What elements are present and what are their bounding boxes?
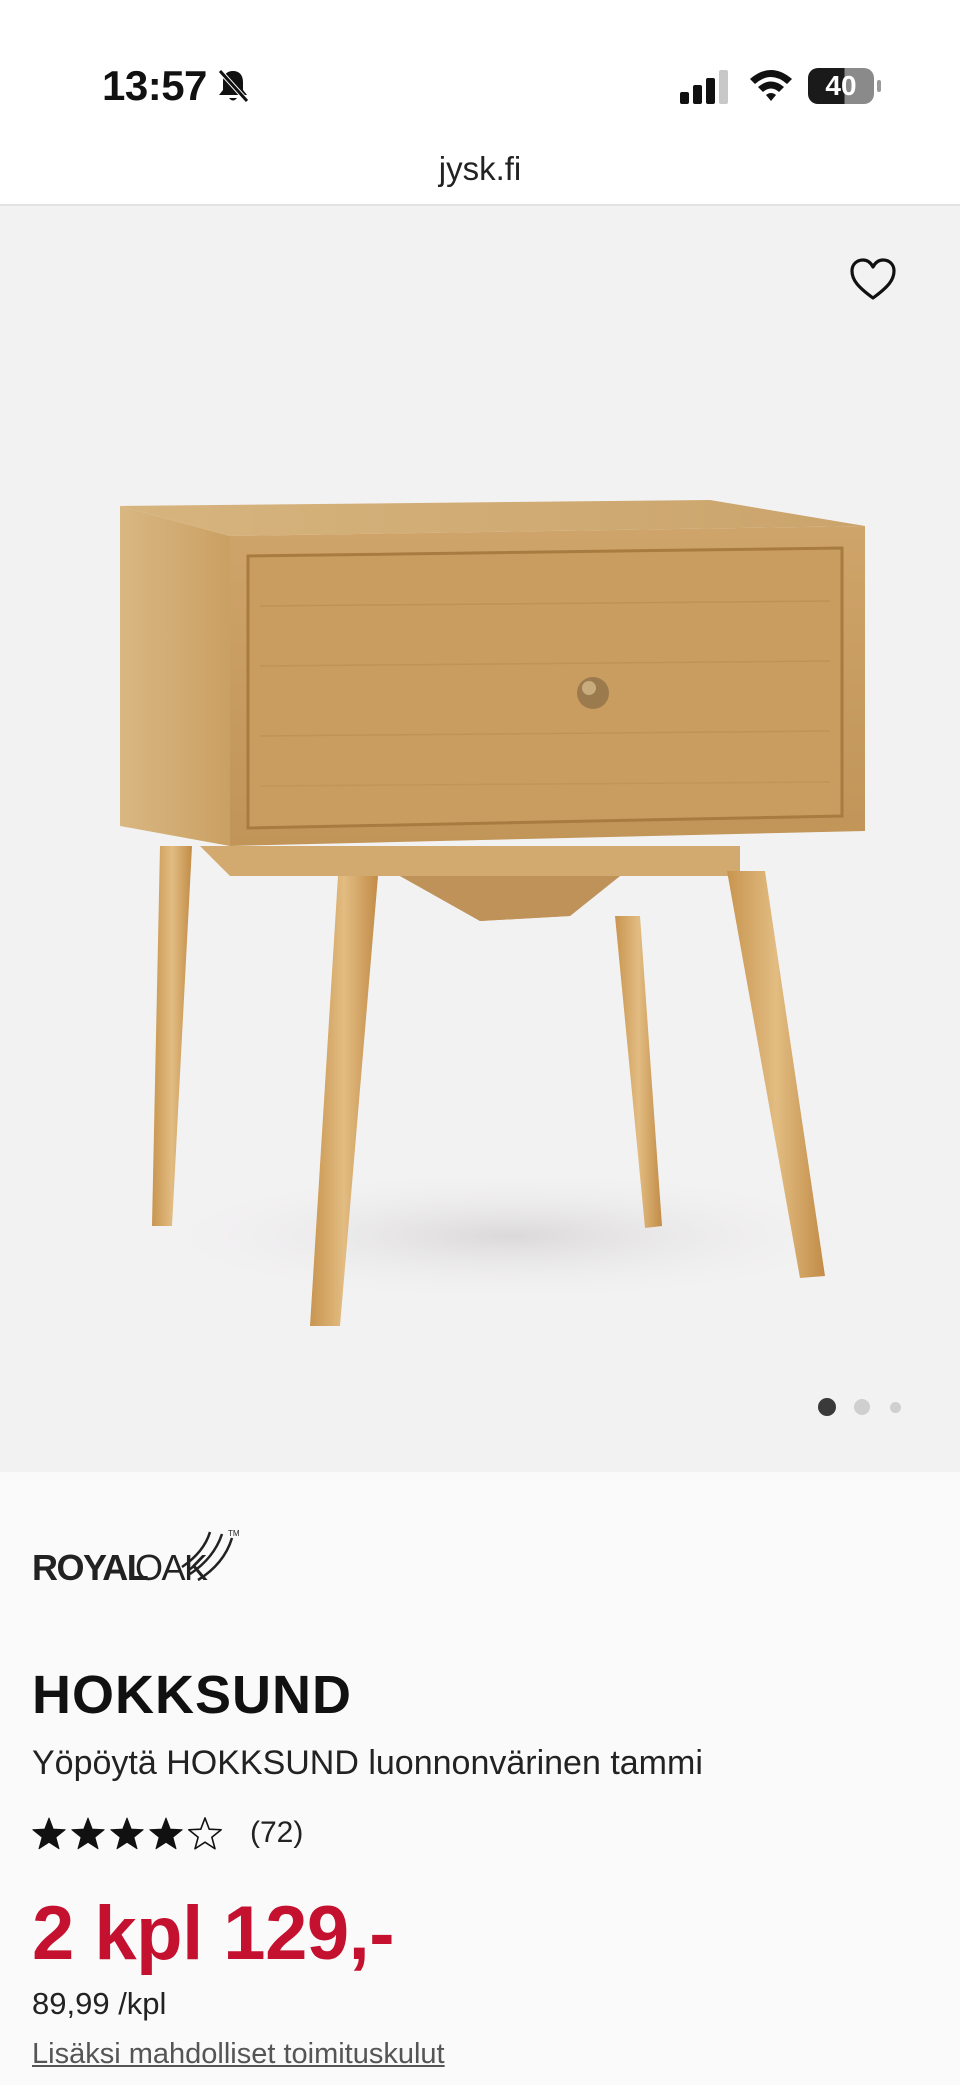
review-count[interactable]: (72) (250, 1816, 303, 1850)
brand-logo-royaloak[interactable]: ROYAL OAK TM (32, 1522, 242, 1592)
product-title: HOKKSUND (32, 1665, 353, 1725)
star-filled-icon (110, 1817, 144, 1850)
star-filled-icon (32, 1817, 66, 1850)
battery-icon: 40 (808, 68, 882, 106)
carousel-dot-2[interactable] (854, 1399, 870, 1415)
heart-outline-icon[interactable] (848, 256, 898, 302)
star-filled-icon (149, 1817, 183, 1850)
wifi-icon (750, 70, 792, 101)
cellular-signal-icon (680, 70, 728, 104)
carousel-dot-3[interactable] (890, 1402, 901, 1413)
battery-cap (877, 80, 881, 92)
status-time: 13:57 (102, 62, 207, 109)
product-info-section: ROYAL OAK TM HOKKSUND Yöpöytä HOKKSUND l… (0, 1472, 960, 2085)
svg-text:ROYAL: ROYAL (32, 1547, 148, 1588)
star-filled-icon (71, 1817, 105, 1850)
star-empty-icon (188, 1817, 222, 1850)
product-description: Yöpöytä HOKKSUND luonnonvärinen tammi (32, 1744, 703, 1782)
status-bar: 13:57 40 (0, 0, 960, 140)
unit-price: 89,99 /kpl (32, 1986, 167, 2021)
shipping-costs-link[interactable]: Lisäksi mahdolliset toimituskulut (32, 2038, 445, 2071)
rating-stars[interactable] (32, 1814, 232, 1854)
product-price: 2 kpl 129,- (32, 1891, 395, 1976)
svg-text:TM: TM (228, 1529, 240, 1538)
bell-muted-icon (218, 69, 249, 103)
product-photo-nightstand (120, 500, 880, 1326)
product-rating[interactable]: (72) (32, 1814, 432, 1858)
image-carousel-dots[interactable] (812, 1396, 912, 1418)
address-bar-url[interactable]: jysk.fi (0, 150, 960, 188)
battery-percent: 40 (825, 70, 857, 101)
carousel-dot-1[interactable] (818, 1398, 836, 1416)
product-image-gallery[interactable] (0, 206, 960, 1472)
